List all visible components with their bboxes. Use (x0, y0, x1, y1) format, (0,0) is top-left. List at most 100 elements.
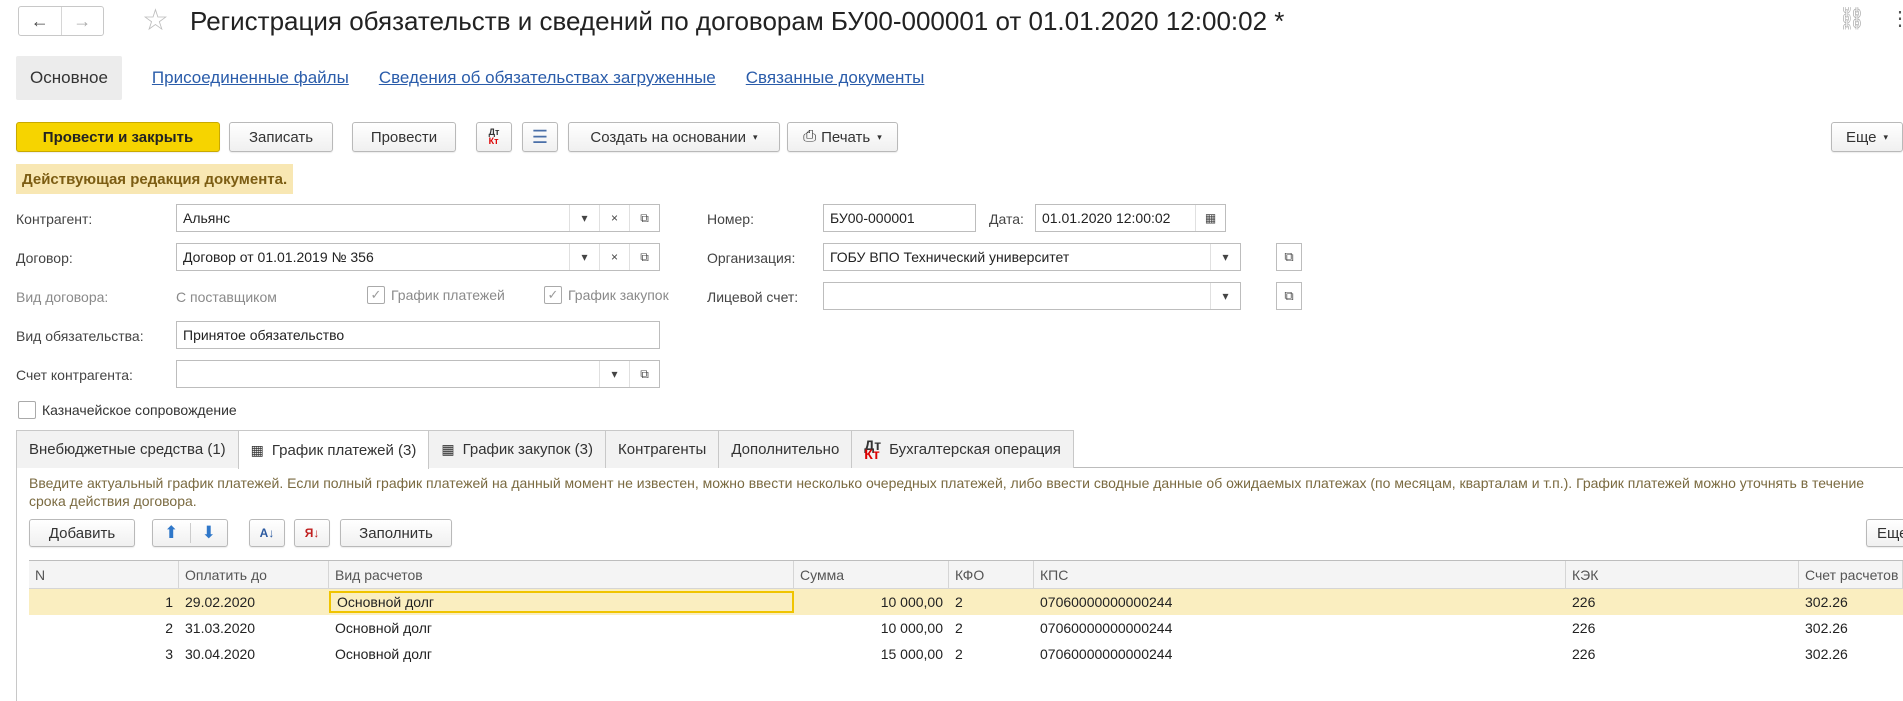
sort-desc-icon: Я↓ (304, 526, 320, 540)
tab-strip: Внебюджетные средства (1) ▦ График платеж… (16, 430, 1903, 469)
licevoy-schet-open-button[interactable]: ⧉ (1276, 282, 1302, 310)
payment-schedule-checkbox[interactable]: ✓ График платежей (367, 286, 505, 304)
table-row[interactable]: 1 29.02.2020 Основной долг 10 000,00 2 0… (29, 589, 1903, 615)
dt-kt-icon: Дт Кт (864, 436, 882, 462)
tab-purchase-schedule-label: График закупок (3) (462, 441, 593, 458)
col-n[interactable]: N (29, 561, 179, 588)
tab-purchase-schedule[interactable]: ▦ График закупок (3) (428, 430, 606, 468)
table-header: N Оплатить до Вид расчетов Сумма КФО КПС… (29, 561, 1903, 589)
table-row[interactable]: 2 31.03.2020 Основной долг 10 000,00 2 0… (29, 615, 1903, 641)
back-arrow-icon[interactable]: ← (19, 7, 61, 35)
kontragent-value: Альянс (183, 210, 231, 226)
cell-calc-type: Основной долг (335, 646, 432, 662)
dt-kt-button[interactable]: Дт Кт (476, 122, 512, 152)
chevron-down-icon: ▾ (753, 131, 758, 142)
purchase-schedule-checkbox[interactable]: ✓ График закупок (544, 286, 669, 304)
sort-asc-button[interactable]: А↓ (249, 519, 285, 547)
nomer-label: Номер: (707, 211, 754, 227)
treasury-support-checkbox[interactable]: Казначейское сопровождение (18, 401, 237, 419)
col-sum[interactable]: Сумма (794, 561, 949, 588)
col-kps[interactable]: КПС (1034, 561, 1566, 588)
col-kek[interactable]: КЭК (1566, 561, 1799, 588)
cell-kfo: 2 (955, 620, 963, 636)
open-icon[interactable]: ⧉ (629, 205, 659, 231)
tab-accounting-operation[interactable]: Дт Кт Бухгалтерская операция (851, 430, 1074, 468)
dropdown-icon[interactable]: ▾ (569, 205, 599, 231)
link-icon[interactable]: ⛓ (1838, 6, 1866, 32)
table-row[interactable]: 3 30.04.2020 Основной долг 15 000,00 2 0… (29, 641, 1903, 667)
tab-counterparties[interactable]: Контрагенты (604, 430, 720, 468)
print-button[interactable]: ⎙ Печать ▾ (787, 122, 898, 152)
tab-offbudget-label: Внебюджетные средства (1) (29, 441, 226, 458)
open-icon[interactable]: ⧉ (629, 244, 659, 270)
create-based-button[interactable]: Создать на основании ▾ (568, 122, 780, 152)
cell-kps: 07060000000000244 (1040, 594, 1173, 610)
date-value: 01.01.2020 12:00:02 (1042, 210, 1171, 226)
dropdown-icon[interactable]: ▾ (1210, 283, 1240, 309)
checkbox-box (18, 401, 36, 419)
calendar-icon[interactable]: ▦ (1195, 205, 1225, 231)
dt-kt-icon: Дт Кт (488, 127, 500, 146)
tab-counterparties-label: Контрагенты (617, 441, 707, 458)
licevoy-schet-field[interactable]: ▾ (823, 282, 1241, 310)
date-field[interactable]: 01.01.2020 12:00:02 ▦ (1035, 204, 1226, 232)
list-icon: ☰ (531, 126, 549, 147)
col-calc-type[interactable]: Вид расчетов (329, 561, 794, 588)
vid-obyazatelstva-field[interactable]: Принятое обязательство (176, 321, 660, 349)
table-more-button[interactable]: Еще (1866, 519, 1903, 547)
schet-kontragenta-field[interactable]: ▾ ⧉ (176, 360, 660, 388)
chevron-down-icon: ▾ (1883, 131, 1889, 142)
tab-payment-schedule[interactable]: ▦ График платежей (3) (237, 430, 430, 469)
kontragent-field[interactable]: Альянс ▾ × ⧉ (176, 204, 660, 232)
purchase-schedule-label: График закупок (568, 287, 669, 303)
post-and-close-button[interactable]: Провести и закрыть (16, 122, 220, 152)
fill-button[interactable]: Заполнить (340, 519, 452, 547)
sort-asc-icon: А↓ (259, 526, 275, 540)
cell-kps: 07060000000000244 (1040, 646, 1173, 662)
open-icon[interactable]: ⧉ (629, 361, 659, 387)
more-button[interactable]: Еще ▾ (1831, 122, 1903, 152)
sort-desc-button[interactable]: Я↓ (294, 519, 330, 547)
dogovor-field[interactable]: Договор от 01.01.2019 № 356 ▾ × ⧉ (176, 243, 660, 271)
move-down-icon[interactable]: ⬇ (189, 523, 228, 543)
dropdown-icon[interactable]: ▾ (569, 244, 599, 270)
more-actions-icon[interactable]: ⋮ (1890, 6, 1903, 31)
link-attached-files[interactable]: Присоединенные файлы (152, 68, 349, 88)
link-loaded-obligations[interactable]: Сведения об обязательствах загруженные (379, 68, 716, 88)
link-related-documents[interactable]: Связанные документы (746, 68, 925, 88)
list-button[interactable]: ☰ (522, 122, 558, 152)
clear-icon[interactable]: × (599, 205, 629, 231)
create-based-label: Создать на основании (590, 128, 747, 146)
favorite-star-icon[interactable]: ☆ (142, 3, 169, 39)
cell-kfo: 2 (955, 646, 963, 662)
dropdown-icon[interactable]: ▾ (599, 361, 629, 387)
cell-calc-type[interactable]: Основной долг (329, 591, 794, 613)
organizaciya-field[interactable]: ГОБУ ВПО Технический университет ▾ (823, 243, 1241, 271)
nomer-field[interactable]: БУ00-000001 (823, 204, 976, 232)
cell-account: 302.26 (1805, 594, 1848, 610)
link-main[interactable]: Основное (16, 56, 122, 100)
dropdown-icon[interactable]: ▾ (1210, 244, 1240, 270)
forward-arrow-icon[interactable]: → (60, 7, 104, 35)
tab-payment-schedule-label: График платежей (3) (271, 441, 417, 459)
organizaciya-open-button[interactable]: ⧉ (1276, 243, 1302, 271)
active-revision-notice: Действующая редакция документа. (16, 164, 294, 194)
col-kfo[interactable]: КФО (949, 561, 1034, 588)
post-button[interactable]: Провести (352, 122, 456, 152)
cell-calc-type: Основной долг (335, 620, 432, 636)
clear-icon[interactable]: × (599, 244, 629, 270)
vid-obyazatelstva-value: Принятое обязательство (183, 327, 345, 343)
page-title: Регистрация обязательств и сведений по д… (190, 6, 1285, 36)
move-buttons: ⬆ ⬇ (152, 519, 228, 547)
tab-offbudget[interactable]: Внебюджетные средства (1) (16, 430, 239, 468)
col-pay-until[interactable]: Оплатить до (179, 561, 329, 588)
col-account[interactable]: Счет расчетов (1799, 561, 1903, 588)
cell-account: 302.26 (1805, 646, 1848, 662)
tab-additional[interactable]: Дополнительно (718, 430, 853, 468)
payment-schedule-hint: Введите актуальный график платежей. Если… (29, 475, 1865, 509)
save-button[interactable]: Записать (229, 122, 333, 152)
vid-dogovora-label: Вид договора: (16, 289, 109, 305)
cell-kfo: 2 (955, 594, 963, 610)
move-up-icon[interactable]: ⬆ (153, 523, 190, 543)
add-button[interactable]: Добавить (29, 519, 135, 547)
